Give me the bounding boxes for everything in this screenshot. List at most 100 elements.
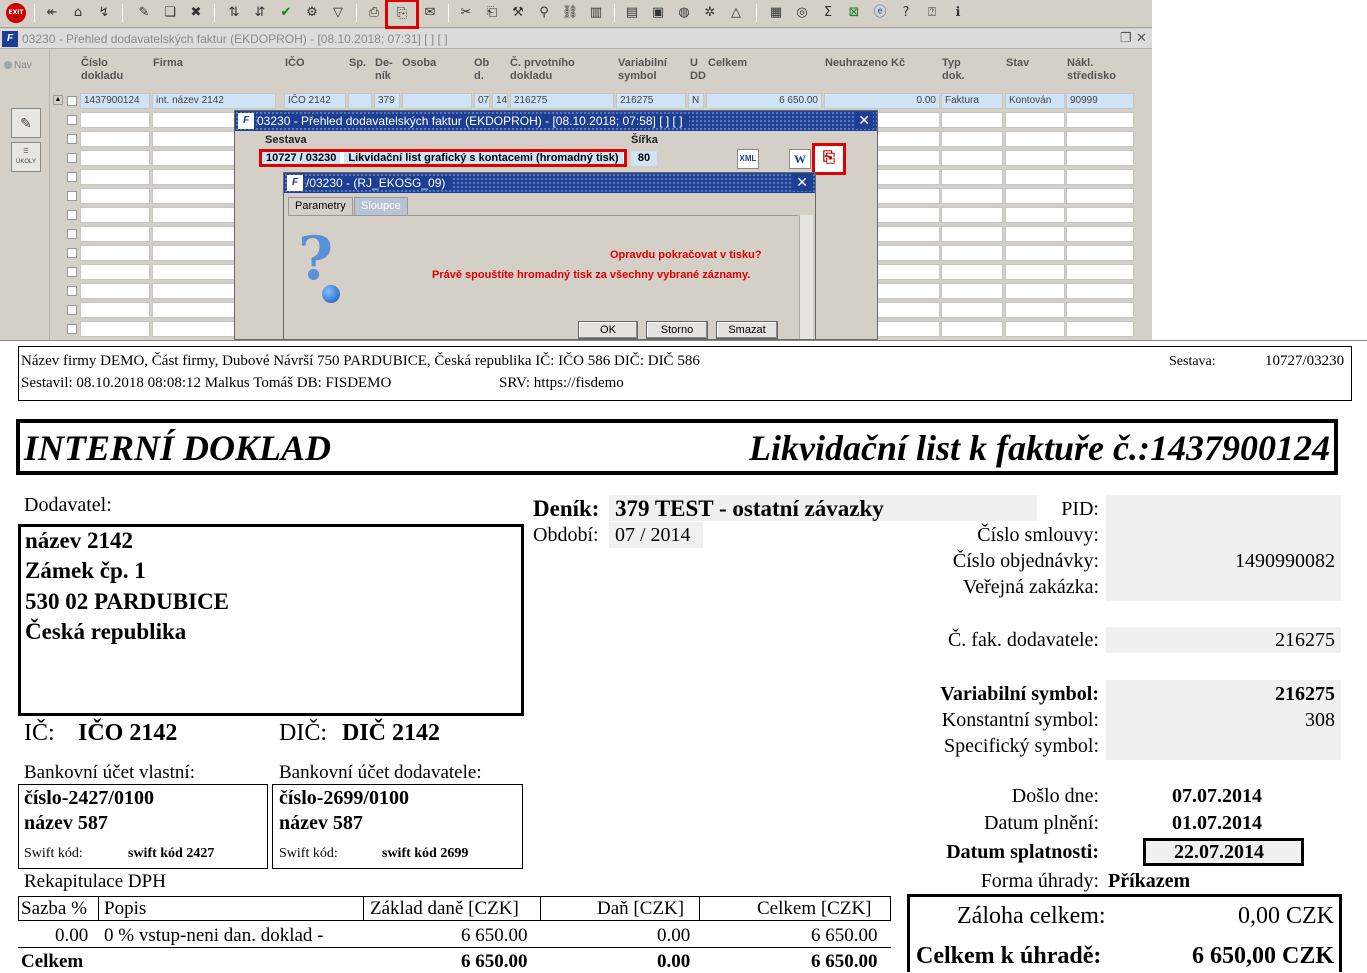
- cell-sp[interactable]: [348, 93, 372, 109]
- help2-icon[interactable]: ⍰: [922, 3, 942, 23]
- grid-cell[interactable]: [1005, 112, 1065, 128]
- grid-cell[interactable]: [80, 283, 150, 299]
- grid-cell[interactable]: [941, 188, 1003, 204]
- grid-cell[interactable]: [941, 207, 1003, 223]
- grid-cell[interactable]: [1066, 150, 1134, 166]
- grid-cell[interactable]: [941, 245, 1003, 261]
- sirka-field[interactable]: 80: [631, 151, 657, 166]
- paste-icon[interactable]: ⎗: [482, 3, 502, 23]
- col-udd[interactable]: U DD: [690, 57, 706, 83]
- exit-button[interactable]: EXIT: [6, 3, 26, 23]
- report-icon[interactable]: ▦: [766, 3, 786, 23]
- tasks-button[interactable]: ☰ ÚKOLY: [11, 142, 41, 172]
- grid-cell[interactable]: [1005, 169, 1065, 185]
- ok-button[interactable]: OK: [578, 321, 638, 339]
- tree-icon[interactable]: ✲: [700, 3, 720, 23]
- notes-button[interactable]: ✎: [11, 108, 41, 138]
- grid-cell[interactable]: [80, 169, 150, 185]
- report-dialog-close-icon[interactable]: ✕: [855, 112, 873, 129]
- cell-osoba[interactable]: [402, 93, 472, 109]
- export-icon[interactable]: ▤: [622, 3, 642, 23]
- print-preview-icon[interactable]: ⎘: [385, 0, 419, 29]
- print-icon[interactable]: ⎙: [364, 3, 384, 23]
- cell-firma[interactable]: int. název 2142: [152, 93, 276, 109]
- col-prvotni-doklad[interactable]: Č. prvotního dokladu: [510, 57, 575, 83]
- col-variabilni-symbol[interactable]: Variabilní symbol: [618, 57, 667, 83]
- cell-neuhrazeno[interactable]: 0.00: [824, 93, 940, 109]
- table-row[interactable]: ▲ 1437900124 int. název 2142 IČO 2142 37…: [52, 92, 1152, 110]
- grid-cell[interactable]: [80, 112, 150, 128]
- cell-denik[interactable]: 379: [374, 93, 400, 109]
- grid-cell[interactable]: [941, 302, 1003, 318]
- pdf-export-icon[interactable]: ⎘: [812, 143, 846, 175]
- storno-button[interactable]: Storno: [646, 321, 708, 339]
- grid-cell[interactable]: [941, 131, 1003, 147]
- tab-sloupce[interactable]: Sloupce: [354, 197, 408, 215]
- grid-cell[interactable]: [1005, 207, 1065, 223]
- row-checkbox[interactable]: [67, 191, 77, 201]
- grid-cell[interactable]: [1005, 321, 1065, 337]
- help-icon[interactable]: ?: [896, 3, 916, 23]
- cell-nakl-stredisko[interactable]: 90999: [1066, 93, 1134, 109]
- grid-cell[interactable]: [1066, 321, 1134, 337]
- grid-cell[interactable]: [1005, 150, 1065, 166]
- grid-cell[interactable]: [80, 226, 150, 242]
- grid-cell[interactable]: [1005, 131, 1065, 147]
- grid-cell[interactable]: [1066, 207, 1134, 223]
- edit-icon[interactable]: ✎: [134, 3, 154, 23]
- grid-cell[interactable]: [1066, 169, 1134, 185]
- row-expand-icon[interactable]: ▲: [53, 95, 63, 105]
- sum-icon[interactable]: Σ: [818, 3, 838, 23]
- grid-cell[interactable]: [1066, 188, 1134, 204]
- cell-variabilni-symbol[interactable]: 216275: [616, 93, 686, 109]
- grid-cell[interactable]: [80, 245, 150, 261]
- grid-cell[interactable]: [1066, 112, 1134, 128]
- grid-cell[interactable]: [941, 226, 1003, 242]
- grid-cell[interactable]: [1005, 302, 1065, 318]
- xml-export-icon[interactable]: XML: [737, 149, 759, 169]
- back-icon[interactable]: ↞: [42, 3, 62, 23]
- delete-icon[interactable]: ✖: [186, 3, 206, 23]
- columns-icon[interactable]: ▥: [586, 3, 606, 23]
- row-checkbox[interactable]: [67, 115, 77, 125]
- sort-asc-icon[interactable]: ⇅: [224, 3, 244, 23]
- word-export-icon[interactable]: W: [789, 149, 811, 169]
- grid-cell[interactable]: [1066, 283, 1134, 299]
- cut-icon[interactable]: ✂: [456, 3, 476, 23]
- col-typ-dok[interactable]: Typ dok.: [942, 57, 965, 83]
- info-icon[interactable]: ℹ: [948, 3, 968, 23]
- new-icon[interactable]: ❏: [160, 3, 180, 23]
- cell-obdobi-mesic[interactable]: 07: [474, 93, 490, 109]
- ie-icon[interactable]: ⓔ: [870, 3, 890, 23]
- col-cislo-dokladu[interactable]: Číslo dokladu: [81, 57, 123, 83]
- col-ico[interactable]: IČO: [285, 57, 305, 70]
- row-checkbox[interactable]: [67, 305, 77, 315]
- col-osoba[interactable]: Osoba: [402, 57, 436, 70]
- row-checkbox[interactable]: [67, 134, 77, 144]
- smazat-button[interactable]: Smazat: [716, 321, 778, 339]
- row-checkbox[interactable]: [67, 286, 77, 296]
- grid-cell[interactable]: [1066, 264, 1134, 280]
- grid-cell[interactable]: [80, 188, 150, 204]
- row-checkbox[interactable]: [67, 248, 77, 258]
- sort-desc-icon[interactable]: ⇵: [250, 3, 270, 23]
- chart-icon[interactable]: △: [726, 3, 746, 23]
- tools-icon[interactable]: ⚒: [508, 3, 528, 23]
- cell-stav[interactable]: Kontován: [1005, 93, 1065, 109]
- grid-cell[interactable]: [1005, 226, 1065, 242]
- close-icon[interactable]: ✕: [1136, 30, 1147, 46]
- filter-icon[interactable]: ▽: [328, 3, 348, 23]
- nav-toggle[interactable]: Nav: [4, 60, 32, 71]
- grid-cell[interactable]: [941, 150, 1003, 166]
- grid-cell[interactable]: [80, 321, 150, 337]
- grid-cell[interactable]: [941, 112, 1003, 128]
- col-obdobi[interactable]: Ob d.: [474, 57, 489, 83]
- cell-udd[interactable]: N: [688, 93, 704, 109]
- grid-cell[interactable]: [941, 169, 1003, 185]
- cell-typ-dok[interactable]: Faktura: [941, 93, 1003, 109]
- col-firma[interactable]: Firma: [153, 57, 183, 70]
- grid-cell[interactable]: [1005, 264, 1065, 280]
- grid-cell[interactable]: [941, 264, 1003, 280]
- row-checkbox[interactable]: [67, 210, 77, 220]
- grid-cell[interactable]: [1066, 302, 1134, 318]
